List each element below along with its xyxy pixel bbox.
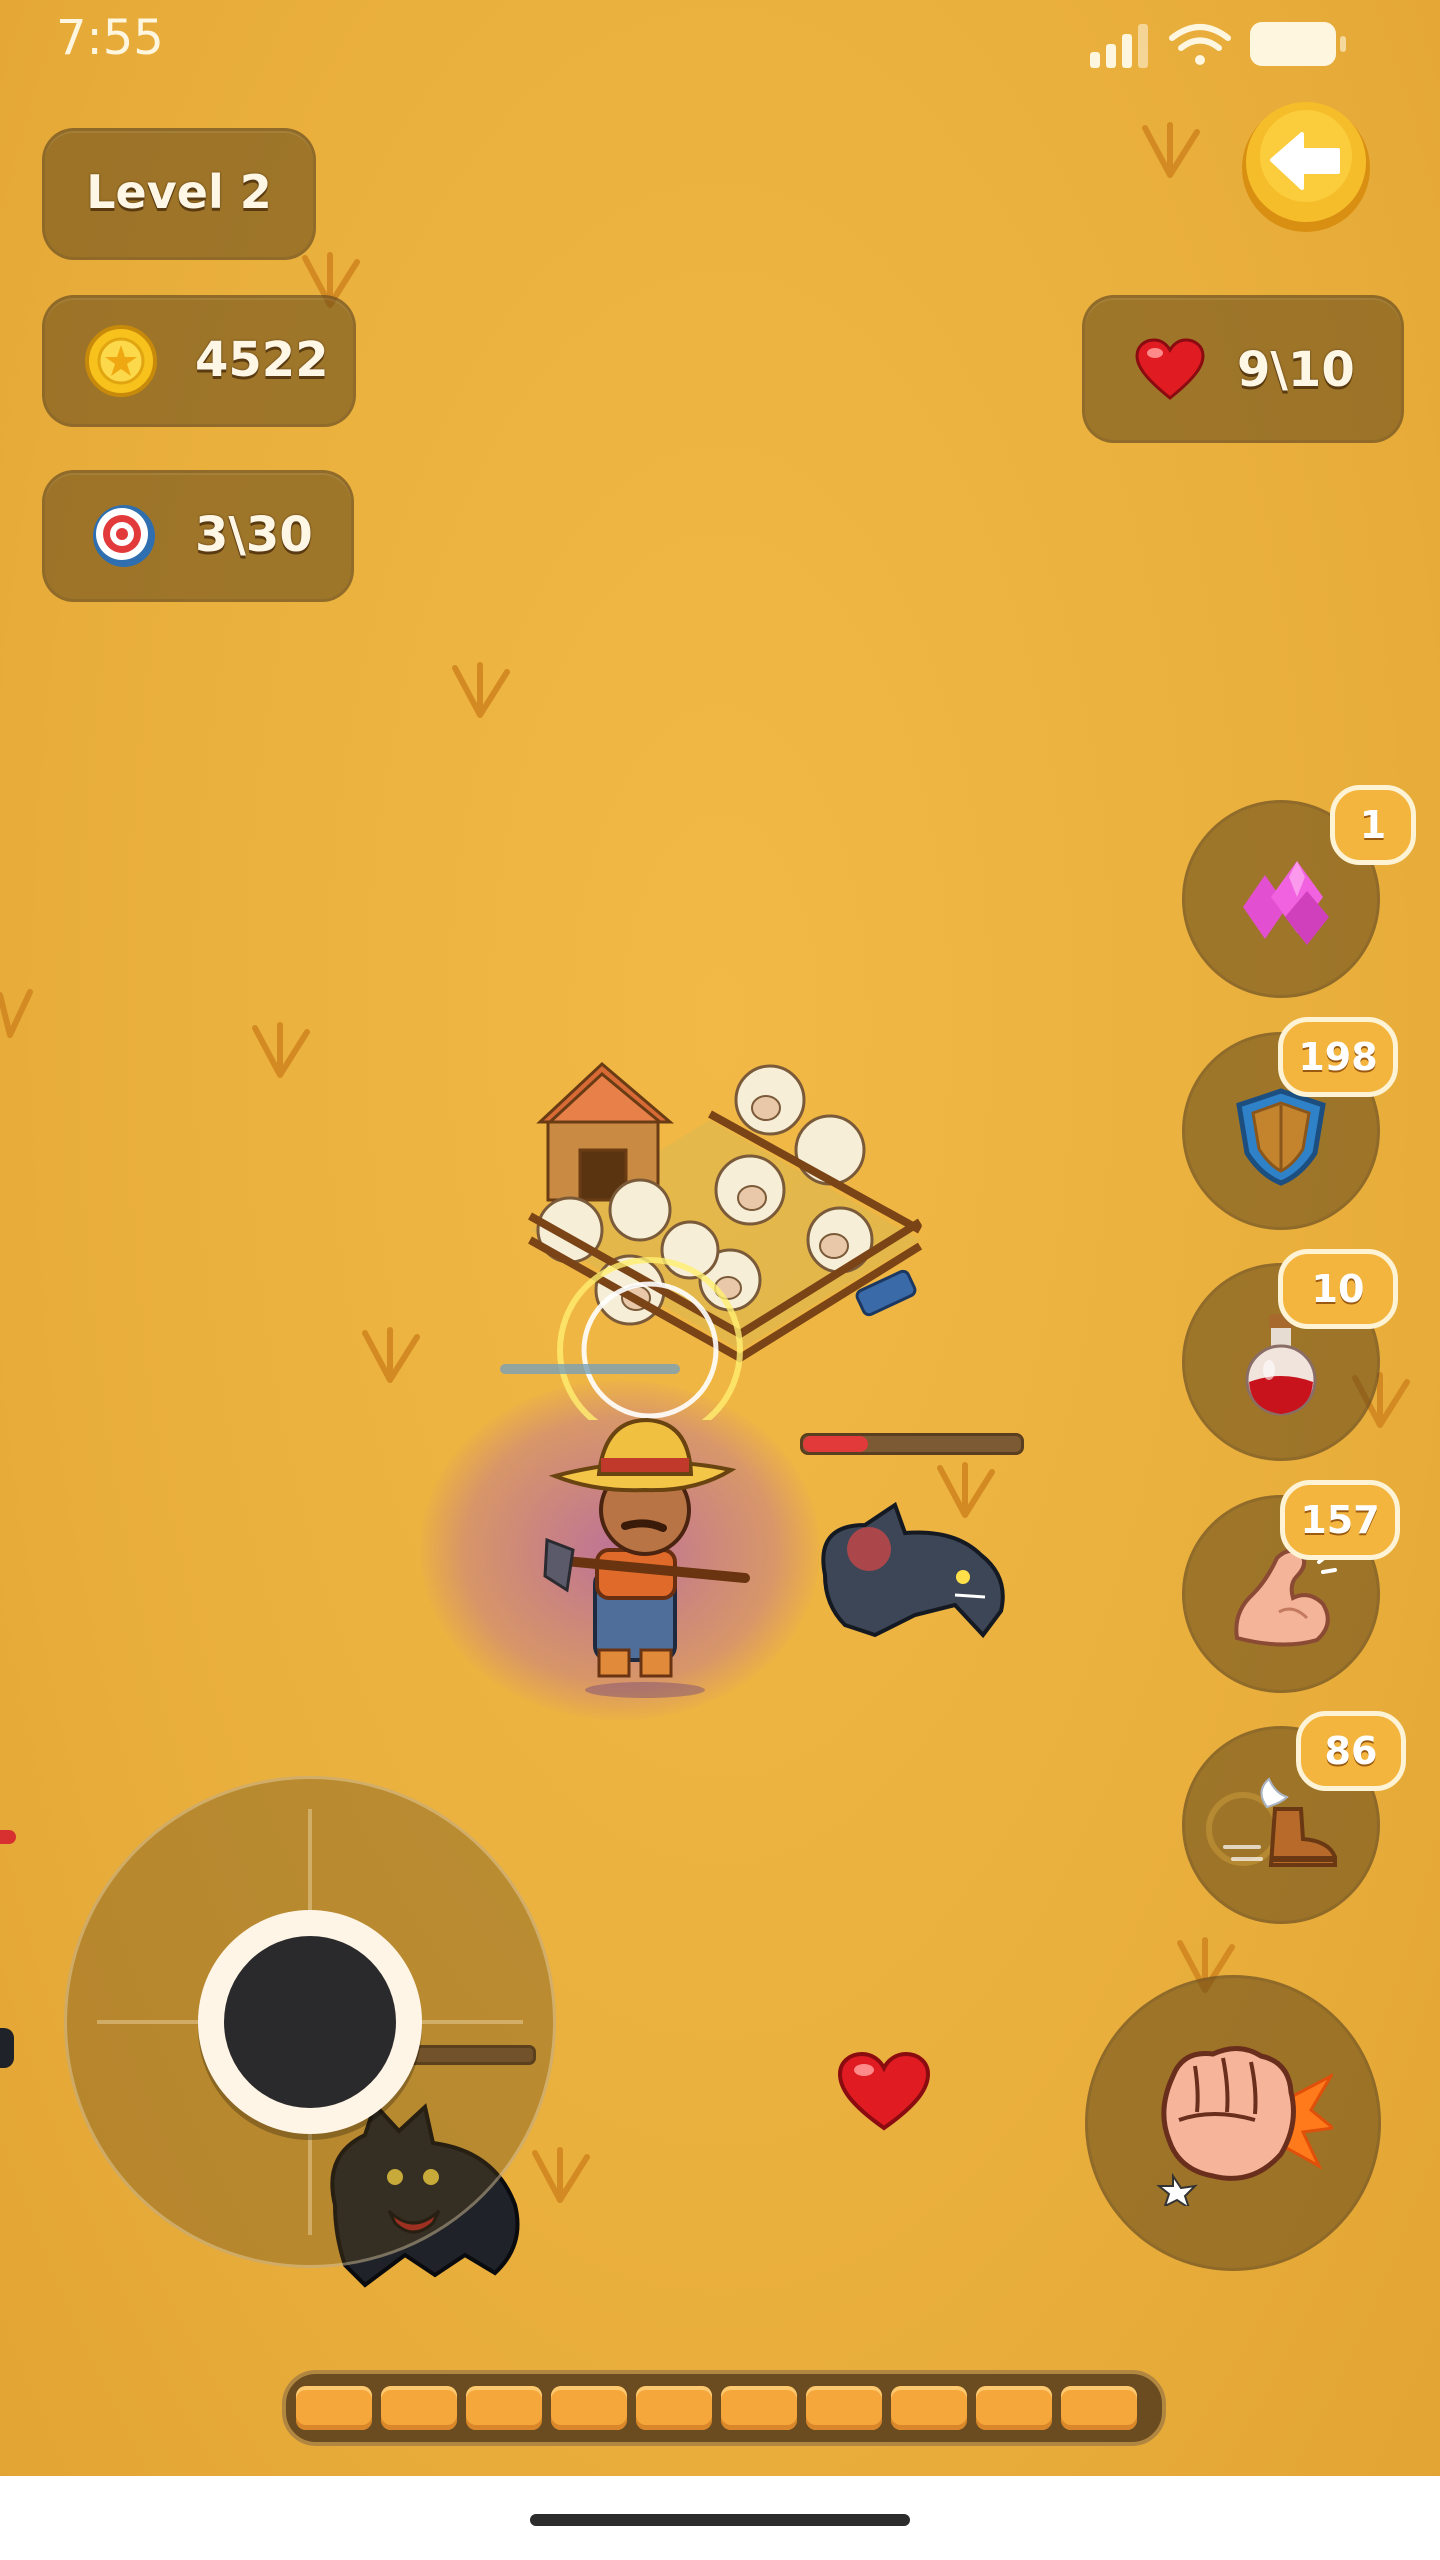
- target-icon: [93, 505, 155, 567]
- health-count: 9\10: [1237, 342, 1355, 398]
- target-count: 3\30: [195, 507, 313, 563]
- progress-segment: [551, 2386, 627, 2430]
- wifi-icon: [1169, 24, 1231, 65]
- status-icons: [1090, 22, 1346, 68]
- grass-tuft: [362, 1327, 420, 1383]
- progress-segment: [296, 2386, 372, 2430]
- farmer-character: [543, 1417, 750, 1698]
- virtual-joystick[interactable]: [64, 1776, 556, 2268]
- level-label: Level 2: [86, 165, 272, 219]
- capture-ring: [500, 1257, 743, 1420]
- wolf-enemy: [821, 1501, 1005, 1639]
- potion-count-badge: 10: [1278, 1249, 1398, 1329]
- gems-count-badge: 1: [1330, 785, 1416, 865]
- targets-panel: 3\30: [42, 470, 354, 602]
- back-arrow-icon: [1242, 102, 1370, 232]
- back-button[interactable]: [1238, 98, 1374, 234]
- punch-fist-icon: [1156, 2046, 1333, 2206]
- joystick-thumb[interactable]: [198, 1910, 422, 2134]
- attack-button[interactable]: [1085, 1975, 1381, 2271]
- progress-segment: [976, 2386, 1052, 2430]
- strength-count-badge: 157: [1280, 1480, 1400, 1560]
- coin-count: 4522: [195, 332, 329, 388]
- progress-segment: [636, 2386, 712, 2430]
- grass-tuft: [0, 989, 33, 1038]
- grass-tuft: [1142, 122, 1200, 178]
- grass-tuft: [252, 1022, 310, 1078]
- grass-tuft: [532, 2147, 590, 2203]
- offscreen-enemy-marker: [0, 2028, 14, 2068]
- shield-icon: [1236, 1088, 1326, 1186]
- wolf-health-bar: [800, 1433, 1024, 1455]
- progress-segment: [891, 2386, 967, 2430]
- coin-icon: [85, 325, 157, 397]
- game-stage: 7:55 Level 2 4522 3\30 9\10 1 198 10 157…: [0, 0, 1440, 2560]
- level-panel: Level 2: [42, 128, 316, 260]
- shield-count-badge: 198: [1278, 1017, 1398, 1097]
- speed-count-badge: 86: [1296, 1711, 1406, 1791]
- heart-icon: [1135, 338, 1205, 400]
- battery-icon: [1250, 22, 1346, 66]
- progress-segment: [806, 2386, 882, 2430]
- home-indicator[interactable]: [530, 2514, 910, 2526]
- progress-segment: [1061, 2386, 1137, 2430]
- status-time: 7:55: [56, 10, 164, 66]
- progress-segment: [381, 2386, 457, 2430]
- gem-icon: [1243, 861, 1329, 945]
- progress-segment: [721, 2386, 797, 2430]
- progress-segment: [466, 2386, 542, 2430]
- wave-progress-bar: [282, 2370, 1166, 2446]
- signal-icon: [1090, 24, 1148, 68]
- health-panel: 9\10: [1082, 295, 1404, 443]
- offscreen-enemy-marker: [0, 1830, 16, 1844]
- coins-panel: 4522: [42, 295, 356, 427]
- grass-tuft: [452, 662, 510, 718]
- heart-pickup: [838, 2052, 930, 2131]
- system-nav-bar: [0, 2476, 1440, 2560]
